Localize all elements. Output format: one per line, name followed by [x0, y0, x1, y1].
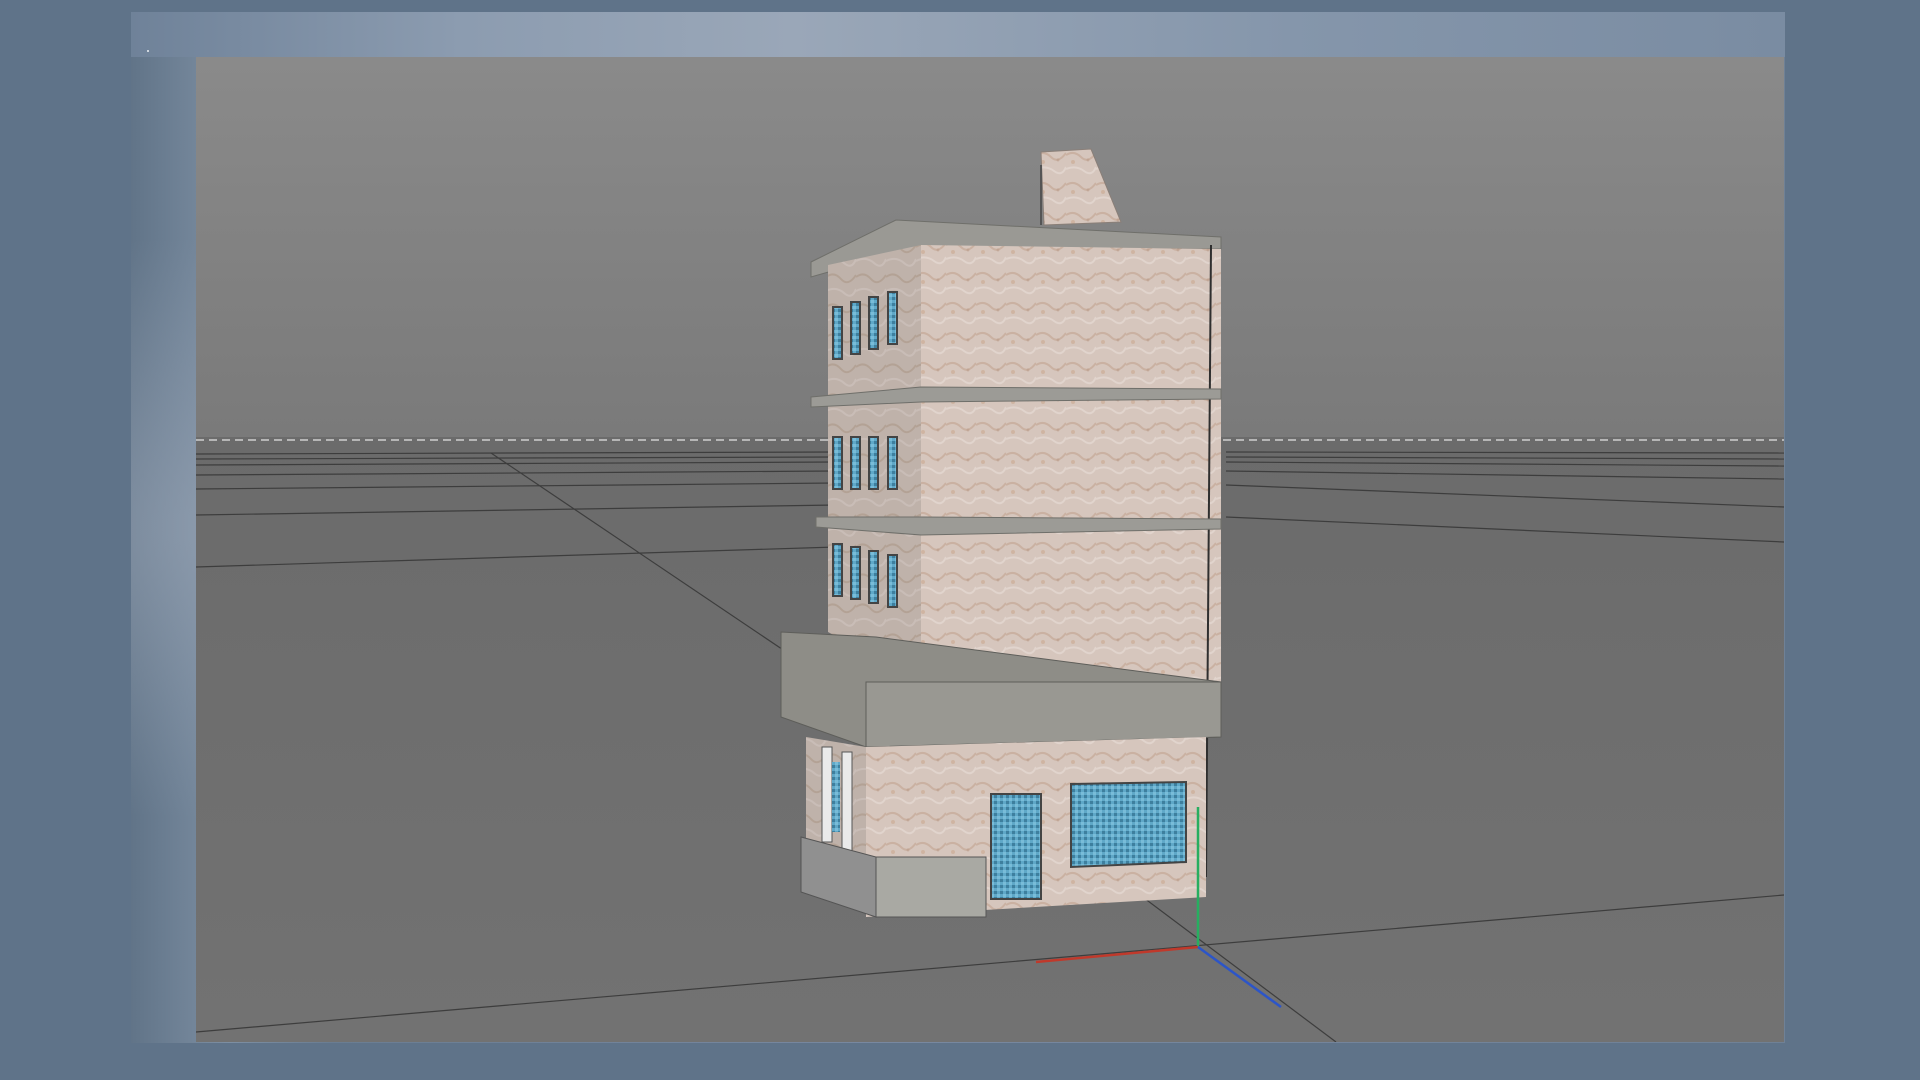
building-model[interactable]	[780, 148, 1222, 918]
shop-window	[1070, 780, 1187, 869]
3d-viewport[interactable]	[196, 57, 1784, 1042]
entrance-door	[990, 793, 1042, 900]
status-dot	[147, 50, 149, 52]
title-bar	[131, 12, 1785, 57]
front-facade	[921, 245, 1221, 682]
viewport-canvas[interactable]	[196, 57, 1784, 1042]
